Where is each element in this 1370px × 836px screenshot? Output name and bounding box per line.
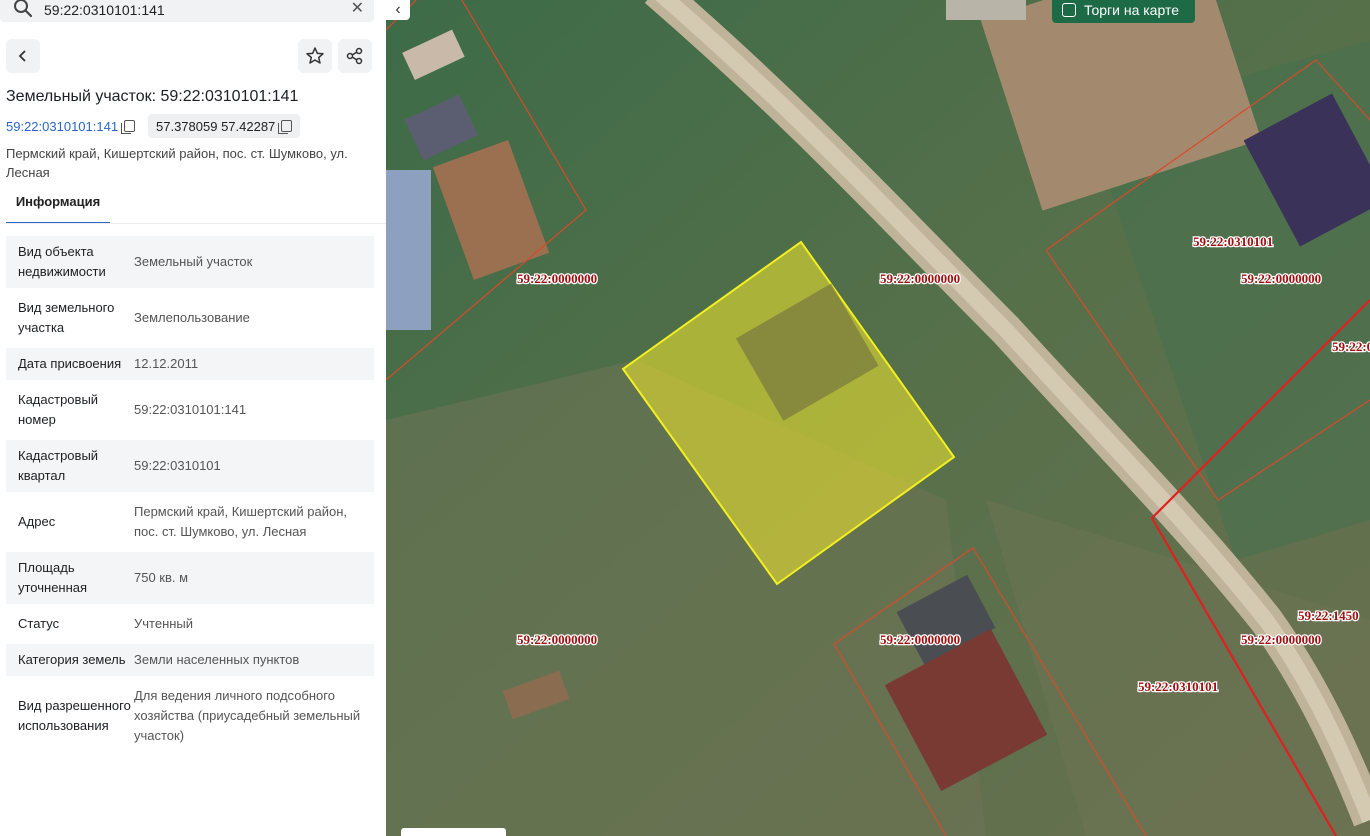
divider [0,223,386,224]
row-label: Адрес [18,514,56,529]
table-row: Категория земель Земли населенных пунктов [6,644,374,676]
page-title: Земельный участок: 59:22:0310101:141 [6,88,299,105]
star-icon [306,47,324,64]
table-row: Кадастровый номер 59:22:0310101:141 [6,384,374,436]
close-icon[interactable]: ✕ [351,0,364,18]
share-button[interactable] [338,39,372,73]
map-footer-tab[interactable] [401,828,506,836]
map-label: 59:22:0000000 [517,271,597,286]
map-label: 59:22:0000000 [880,271,960,286]
table-row: Вид разрешенного использования Для ведени… [6,680,374,752]
row-value: 12.12.2011 [134,356,199,371]
row-label: Кадастровый квартал [18,448,99,483]
row-value: Учтенный [134,616,194,631]
chevron-left-icon: ‹ [395,1,401,18]
table-row: Площадь уточненная 750 кв. м [6,552,374,604]
cadastral-number-text: 59:22:0310101:141 [6,118,119,134]
row-value: 59:22:0310101:141 [134,402,247,417]
row-label: Кадастровый номер [18,392,99,427]
favorite-button[interactable] [298,39,332,73]
info-table: Вид объекта недвижимости Земельный участо… [6,236,374,756]
row-value: Земельный участок [134,254,253,269]
collapse-panel-button[interactable]: ‹ [386,0,410,20]
row-value: Землепользование [134,310,250,325]
search-bar: ✕ [0,0,374,22]
row-label: Вид разрешенного использования [18,698,131,733]
coordinates-chip[interactable]: 57.378059 57.42287 [148,114,301,138]
checkbox-icon[interactable] [1062,2,1076,17]
cadastral-number-link[interactable]: 59:22:0310101:141 [6,114,136,138]
row-value: Пермский край, Кишертский район, пос. ст… [134,504,348,539]
map-label: 59:22:0 [1332,339,1370,354]
map-label: 59:22:0000000 [1241,632,1321,647]
map-view[interactable]: 59:22:0000000 59:22:0000000 59:22:031010… [386,0,1370,836]
copy-icon[interactable] [278,120,293,134]
map-label: 59:22:0000000 [880,632,960,647]
row-label: Вид земельного участка [18,300,115,335]
row-value: 750 кв. м [134,570,189,585]
satellite-map[interactable]: 59:22:0000000 59:22:0000000 59:22:031010… [386,0,1370,836]
table-row: Статус Учтенный [6,608,374,640]
tab-label: Информация [15,194,101,209]
map-label: 59:22:0000000 [517,632,597,647]
row-value: 59:22:0310101 [134,458,221,473]
back-button[interactable] [6,39,40,73]
coordinates-text: 57.378059 57.42287 [156,118,276,134]
row-value: Для ведения личного подсобного хозяйства… [134,688,361,743]
chevron-left-icon [18,50,26,62]
search-icon [12,0,34,24]
row-label: Статус [18,616,60,631]
address-text: Пермский край, Кишертский район, пос. ст… [6,146,348,180]
table-row: Кадастровый квартал 59:22:0310101 [6,440,374,492]
map-label: 59:22:0000000 [1241,271,1321,286]
info-panel: ✕ Земельный участок: 59:22:0310101:141 5… [0,0,387,836]
search-input[interactable] [44,0,324,20]
auctions-label: Торги на карте [1084,1,1179,18]
table-row: Дата присвоения 12.12.2011 [6,348,374,380]
table-row: Вид земельного участка Землепользование [6,292,374,344]
share-icon [346,47,363,65]
row-label: Дата присвоения [18,356,122,371]
map-label: 59:22:1450 [1298,608,1359,623]
table-row: Вид объекта недвижимости Земельный участо… [6,236,374,288]
copy-icon[interactable] [121,120,136,134]
auctions-on-map-toggle[interactable]: Торги на карте [1052,0,1195,23]
map-label: 59:22:0310101 [1138,679,1218,694]
map-label: 59:22:0310101 [1193,234,1273,249]
row-label: Площадь уточненная [18,560,88,595]
table-row: Адрес Пермский край, Кишертский район, по… [6,496,374,548]
row-value: Земли населенных пунктов [134,652,300,667]
tab-information[interactable]: Информация [6,194,110,224]
row-label: Категория земель [18,652,126,667]
row-label: Вид объекта недвижимости [18,244,106,279]
